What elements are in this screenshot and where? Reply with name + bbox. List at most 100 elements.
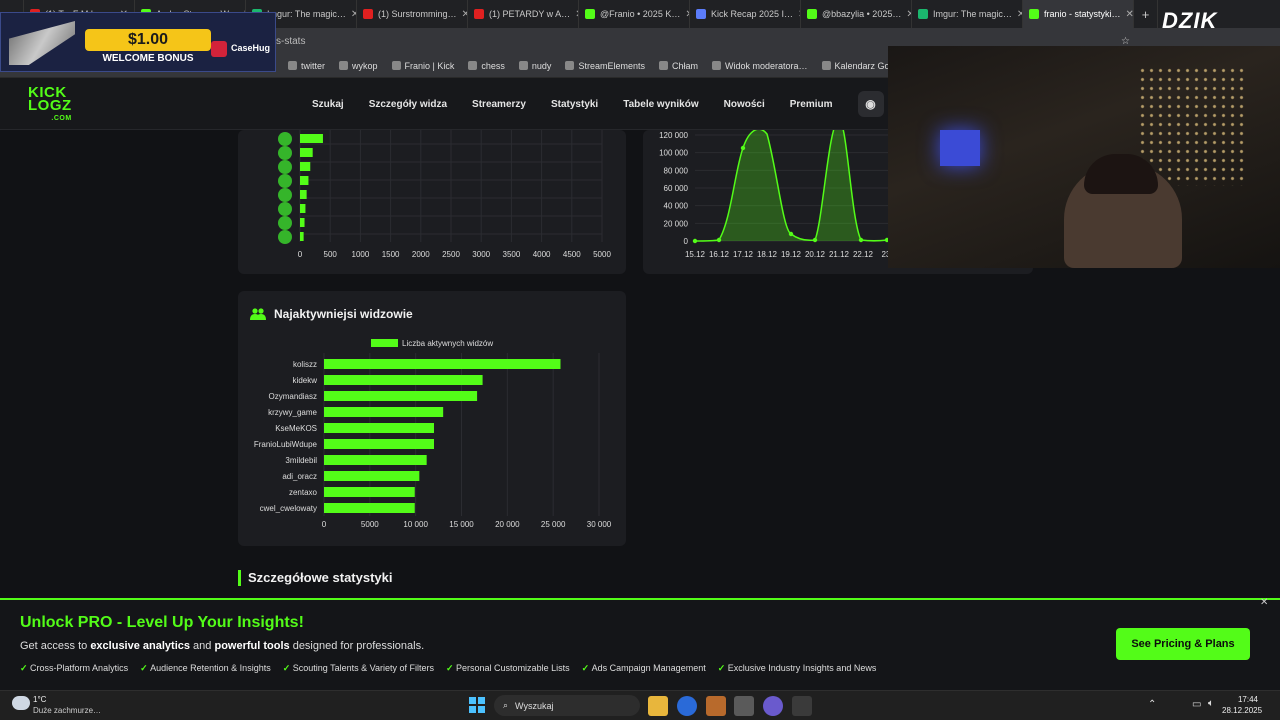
- data-point[interactable]: [788, 231, 794, 237]
- terminal-icon[interactable]: [792, 696, 812, 716]
- nav-link[interactable]: Premium: [790, 99, 833, 110]
- monitor-glow: [940, 130, 980, 166]
- x-tick-label: 4500: [563, 250, 581, 259]
- weather-temp[interactable]: 1°C: [33, 695, 46, 704]
- bookmark-item[interactable]: twitter: [288, 61, 325, 71]
- weather-desc[interactable]: Duże zachmurze…: [33, 706, 101, 715]
- tray-chevron-icon[interactable]: ⌃: [1148, 699, 1156, 710]
- bar[interactable]: [300, 134, 323, 143]
- promo-feature: Personal Customizable Lists: [446, 663, 570, 674]
- y-tick-label: 80 000: [664, 166, 689, 175]
- browser-tab[interactable]: Kick Recap 2025 I…✕: [690, 0, 801, 28]
- bookmark-icon: [288, 61, 297, 70]
- x-tick-label: 2000: [412, 250, 430, 259]
- nav-link[interactable]: Szczegóły widza: [369, 99, 447, 110]
- network-icon[interactable]: ▭: [1192, 699, 1201, 710]
- windows-start-icon[interactable]: [469, 697, 485, 713]
- bar-krzywy_game[interactable]: [324, 407, 444, 417]
- bookmark-item[interactable]: Widok moderatora…: [711, 61, 808, 71]
- ad-text: WELCOME BONUS: [102, 53, 194, 64]
- nav-link[interactable]: Statystyki: [551, 99, 598, 110]
- app-icon[interactable]: [706, 696, 726, 716]
- data-point[interactable]: [812, 237, 818, 243]
- nav-link[interactable]: Tabele wyników: [623, 99, 698, 110]
- nav-link[interactable]: Streamerzy: [472, 99, 526, 110]
- tab-label: Kick Recap 2025 I…: [711, 9, 794, 19]
- bar-adi_oracz[interactable]: [324, 471, 420, 481]
- bar-koliszz[interactable]: [324, 359, 561, 369]
- bar-kidekw[interactable]: [324, 375, 483, 385]
- viewer-avatar: [278, 230, 292, 244]
- bookmark-item[interactable]: wykop: [339, 61, 378, 71]
- pro-promo-banner: Unlock PRO - Level Up Your Insights! Get…: [0, 597, 1280, 690]
- bar[interactable]: [300, 162, 311, 171]
- bar-Ozymandiasz[interactable]: [324, 391, 478, 401]
- bar-zentaxo[interactable]: [324, 487, 415, 497]
- browser-tab[interactable]: franio - statystyki… ✕: [1023, 0, 1134, 28]
- tab-label: Imgur: The magic…: [933, 9, 1012, 19]
- bookmark-item[interactable]: StreamElements: [565, 61, 645, 71]
- weather-cloud-icon[interactable]: [12, 696, 30, 710]
- kicklogz-logo[interactable]: KICK LOGZ .COM: [28, 85, 72, 125]
- bookmark-item[interactable]: nudy: [518, 61, 551, 71]
- tab-label: (1) PETARDY w A…: [489, 9, 571, 19]
- bar[interactable]: [300, 232, 304, 241]
- bar[interactable]: [300, 148, 313, 157]
- category-label: koliszz: [293, 360, 317, 369]
- browser-tab[interactable]: @Franio • 2025 K…✕: [579, 0, 690, 28]
- nav-link[interactable]: Nowości: [724, 99, 765, 110]
- browser-tab[interactable]: (1) Surstromming…✕: [357, 0, 468, 28]
- dzik-brand-watermark: DZIK: [1162, 8, 1218, 33]
- data-point[interactable]: [692, 238, 698, 244]
- see-pricing-button[interactable]: See Pricing & Plans: [1116, 628, 1250, 660]
- taskbar-search[interactable]: ⌕ Wyszukaj: [494, 695, 640, 716]
- browser-tab[interactable]: Imgur: The magic…✕: [912, 0, 1023, 28]
- bookmark-item[interactable]: Chłam: [658, 61, 698, 71]
- clock-date[interactable]: 28.12.2025: [1222, 706, 1262, 715]
- y-tick-label: 100 000: [659, 149, 688, 158]
- promo-description: Get access to exclusive analytics and po…: [20, 640, 425, 652]
- area-fill: [695, 120, 887, 241]
- tab-label: (1) Surstromming…: [378, 9, 457, 19]
- ad-brand-icon: [211, 41, 227, 57]
- file-explorer-icon[interactable]: [648, 696, 668, 716]
- discord-icon[interactable]: ◉: [857, 91, 884, 117]
- legend-label[interactable]: Liczba aktywnych widzów: [402, 339, 493, 348]
- search-icon: ⌕: [503, 700, 509, 710]
- x-tick-label: 3000: [472, 250, 490, 259]
- x-tick-label: 1000: [352, 250, 370, 259]
- bar[interactable]: [300, 218, 305, 227]
- bar[interactable]: [300, 190, 307, 199]
- bar[interactable]: [300, 176, 309, 185]
- data-point[interactable]: [858, 237, 864, 243]
- bar-FranioLubiWdupe[interactable]: [324, 439, 434, 449]
- browser-tab[interactable]: (1) PETARDY w A…✕: [468, 0, 579, 28]
- x-tick-label: 17.12: [733, 250, 754, 259]
- close-promo-icon[interactable]: ✕: [1260, 597, 1268, 608]
- category-label: zentaxo: [289, 488, 318, 497]
- nav-link[interactable]: Szukaj: [312, 99, 344, 110]
- bar-cwel_cwelowaty[interactable]: [324, 503, 415, 513]
- bookmark-star-icon[interactable]: ☆: [1121, 36, 1130, 47]
- bookmark-item[interactable]: Franio | Kick: [391, 61, 454, 71]
- tab-label: franio - statystyki…: [1044, 9, 1121, 19]
- clock-time[interactable]: 17:44: [1228, 695, 1258, 704]
- bar-KseMeKOS[interactable]: [324, 423, 434, 433]
- bar[interactable]: [300, 204, 306, 213]
- volume-icon[interactable]: 🔈︎: [1208, 698, 1214, 709]
- tab-close-icon[interactable]: ✕: [1126, 9, 1133, 20]
- x-tick-label: 18.12: [757, 250, 778, 259]
- discord-taskbar-icon[interactable]: [763, 696, 783, 716]
- browser-tab[interactable]: @bbazylia • 2025…✕: [801, 0, 912, 28]
- tab-favicon-icon: [474, 9, 484, 19]
- snip-icon[interactable]: [734, 696, 754, 716]
- new-tab-button[interactable]: +: [1134, 0, 1158, 28]
- address-text[interactable]: s-stats: [276, 36, 305, 47]
- chrome-icon[interactable]: [677, 696, 697, 716]
- data-point[interactable]: [716, 237, 722, 243]
- data-point[interactable]: [740, 145, 746, 151]
- bar-3mildebil[interactable]: [324, 455, 427, 465]
- bookmark-item[interactable]: chess: [468, 61, 505, 71]
- main-nav: Szukaj Szczegóły widza Streamerzy Statystyk…: [312, 78, 927, 130]
- category-label: FranioLubiWdupe: [254, 440, 318, 449]
